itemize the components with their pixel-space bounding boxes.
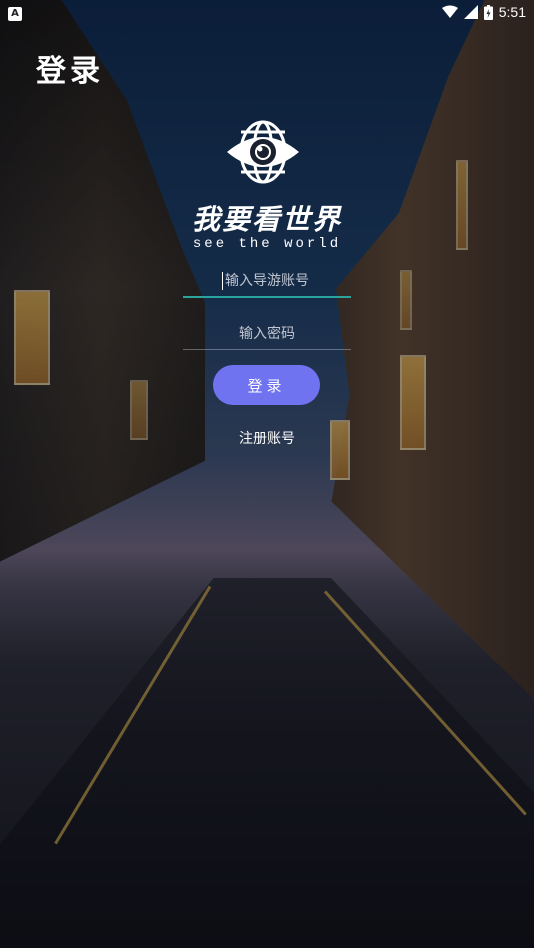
eye-globe-icon (225, 118, 301, 186)
status-right: 5:51 (441, 4, 526, 20)
guide-account-input[interactable] (183, 266, 351, 298)
notification-badge: A (8, 6, 22, 21)
slogan-cn: 我要看世界 (191, 203, 342, 236)
status-left: A (8, 4, 22, 21)
page-title: 登录 (36, 54, 104, 89)
password-input[interactable] (183, 318, 351, 350)
battery-charging-icon (483, 4, 493, 20)
signal-icon (463, 5, 478, 19)
login-button[interactable]: 登录 (213, 365, 320, 405)
clock: 5:51 (498, 4, 526, 20)
status-bar: A 5:51 (0, 0, 534, 24)
slogan-en: see the world (192, 236, 342, 252)
text-cursor (222, 272, 223, 290)
wifi-icon (441, 5, 458, 19)
register-account-link[interactable]: 注册账号 (0, 428, 534, 448)
